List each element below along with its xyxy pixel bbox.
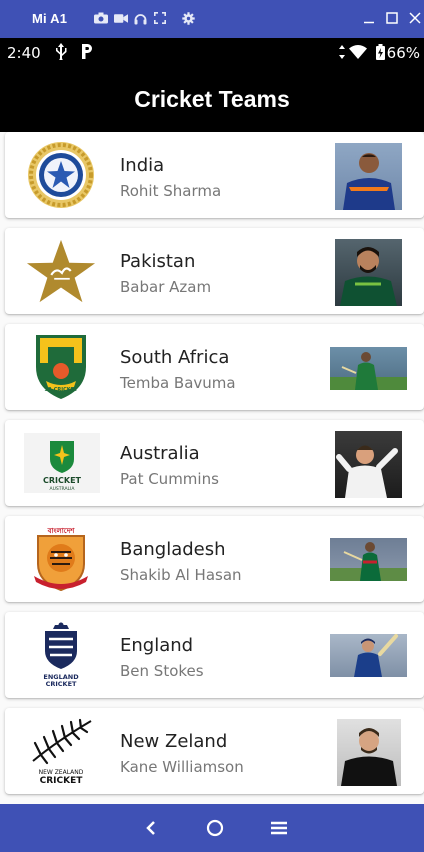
- logo-text-aus: CRICKET: [43, 476, 82, 485]
- team-card-bangladesh[interactable]: বাংলাদেশ Bangladesh Shakib Al Hasan: [5, 516, 424, 602]
- fullscreen-icon[interactable]: [153, 11, 167, 25]
- nzc-logo: NEW ZEALAND CRICKET: [25, 718, 97, 785]
- team-name: India: [120, 155, 165, 176]
- logo-text-nz: NEW ZEALAND: [39, 769, 84, 776]
- captain-photo: [335, 143, 402, 210]
- captain-name: Ben Stokes: [120, 662, 204, 680]
- navigation-bar: [0, 804, 424, 852]
- battery-icon: [376, 44, 385, 65]
- team-name: Australia: [120, 443, 200, 464]
- battery-level: 66%: [386, 44, 420, 62]
- captain-name: Pat Cummins: [120, 470, 219, 488]
- team-card-south-africa[interactable]: SA CRICKET South Africa Temba Bavuma: [5, 324, 424, 410]
- team-card-australia[interactable]: CRICKET AUSTRALIA Australia Pat Cummins: [5, 420, 424, 506]
- camera-icon[interactable]: [94, 11, 108, 25]
- bcb-logo: বাংলাদেশ: [25, 526, 97, 592]
- csa-logo: SA CRICKET: [25, 334, 97, 400]
- logo-text-nz-sub: CRICKET: [40, 776, 84, 785]
- ecb-logo: ENGLAND CRICKET: [25, 622, 97, 688]
- menu-icon[interactable]: [268, 817, 290, 839]
- video-icon[interactable]: [114, 11, 128, 25]
- device-name: Mi A1: [32, 11, 68, 26]
- team-name: New Zeland: [120, 731, 228, 752]
- usb-icon: [55, 43, 67, 65]
- team-list[interactable]: India Rohit Sharma Pakistan Babar Azam S…: [0, 132, 424, 804]
- close-icon[interactable]: [408, 11, 422, 25]
- pcb-logo: [25, 238, 97, 304]
- captain-name: Temba Bavuma: [120, 374, 236, 392]
- team-card-india[interactable]: India Rohit Sharma: [5, 132, 424, 218]
- phone-screen: 2:40 66% Cricket Teams India Rohit Sharm…: [0, 38, 424, 804]
- captain-photo: [330, 634, 407, 677]
- data-arrows-icon: [338, 45, 346, 64]
- cricket-australia-logo: CRICKET AUSTRALIA: [23, 430, 101, 496]
- team-card-england[interactable]: ENGLAND CRICKET England Ben Stokes: [5, 612, 424, 698]
- bcci-logo: [25, 142, 97, 208]
- minimize-icon[interactable]: [362, 11, 376, 25]
- wifi-icon: [349, 45, 367, 64]
- status-bar: 2:40 66%: [0, 38, 424, 66]
- app-title: Cricket Teams: [134, 86, 290, 112]
- logo-text-ban: বাংলাদেশ: [47, 527, 76, 535]
- captain-photo: [335, 239, 402, 306]
- home-icon[interactable]: [204, 817, 226, 839]
- captain-name: Babar Azam: [120, 278, 212, 296]
- captain-photo: [330, 347, 407, 390]
- logo-text-aus-sub: AUSTRALIA: [50, 486, 76, 492]
- team-name: Pakistan: [120, 251, 196, 272]
- status-time: 2:40: [7, 44, 41, 62]
- captain-name: Shakib Al Hasan: [120, 566, 242, 584]
- headset-icon[interactable]: [133, 11, 147, 25]
- emulator-title-bar: Mi A1: [0, 0, 424, 38]
- gear-icon[interactable]: [181, 11, 195, 25]
- logo-text-sa: SA CRICKET: [45, 387, 79, 393]
- team-name: England: [120, 635, 194, 656]
- parking-icon: [80, 43, 93, 65]
- app-bar: Cricket Teams: [0, 66, 424, 132]
- back-icon[interactable]: [140, 817, 162, 839]
- captain-photo: [335, 431, 402, 498]
- logo-text-eng-sub: CRICKET: [46, 680, 77, 688]
- team-name: Bangladesh: [120, 539, 226, 560]
- team-name: South Africa: [120, 347, 230, 368]
- maximize-icon[interactable]: [385, 11, 399, 25]
- emulator-window: Mi A1 2:40 66% Cricket Teams India Rohit…: [0, 0, 424, 852]
- captain-photo: [337, 719, 401, 786]
- captain-name: Rohit Sharma: [120, 182, 222, 200]
- captain-photo: [330, 538, 407, 581]
- captain-name: Kane Williamson: [120, 758, 244, 776]
- team-card-new-zeland[interactable]: NEW ZEALAND CRICKET New Zeland Kane Will…: [5, 708, 424, 794]
- team-card-pakistan[interactable]: Pakistan Babar Azam: [5, 228, 424, 314]
